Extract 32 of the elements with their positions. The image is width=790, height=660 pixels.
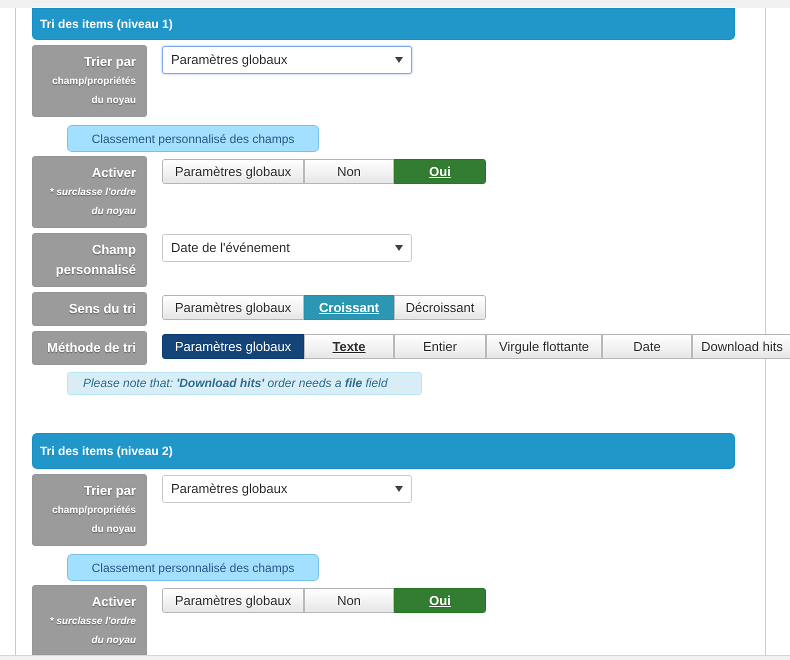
custom-order-button[interactable]: Classement personnalisé des champs bbox=[67, 554, 319, 581]
toggle-button[interactable]: Non bbox=[304, 159, 394, 184]
dropdown-select[interactable]: Paramètres globaux bbox=[162, 46, 412, 74]
caret-down-icon bbox=[395, 245, 403, 251]
caret-down-icon bbox=[395, 57, 403, 63]
field-label: Méthode de tri bbox=[32, 331, 147, 365]
dropdown-select[interactable]: Date de l'événement bbox=[162, 234, 412, 262]
info-note: Please note that: 'Download hits' order needs a file field bbox=[67, 372, 422, 395]
toggle-button[interactable]: Download hits bbox=[692, 334, 790, 359]
field-label: Activer * surclasse l'ordre du noyau bbox=[32, 585, 147, 657]
toggle-button[interactable]: Paramètres globaux bbox=[162, 334, 304, 359]
caret-down-icon bbox=[395, 486, 403, 492]
toggle-button[interactable]: Entier bbox=[394, 334, 486, 359]
toggle-button[interactable]: Paramètres globaux bbox=[162, 159, 304, 184]
toggle-button[interactable]: Oui bbox=[394, 588, 486, 613]
dropdown-select[interactable]: Paramètres globaux bbox=[162, 475, 412, 503]
field-label: Trier par champ/propriétés du noyau bbox=[32, 45, 147, 117]
toggle-button[interactable]: Oui bbox=[394, 159, 486, 184]
toggle-button[interactable]: Non bbox=[304, 588, 394, 613]
toggle-button[interactable]: Texte bbox=[304, 334, 394, 359]
toggle-button[interactable]: Date bbox=[602, 334, 692, 359]
custom-order-button[interactable]: Classement personnalisé des champs bbox=[67, 125, 319, 152]
toggle-button[interactable]: Paramètres globaux bbox=[162, 295, 304, 320]
field-label: Sens du tri bbox=[32, 292, 147, 326]
toggle-button[interactable]: Virgule flottante bbox=[486, 334, 602, 359]
field-label: Activer * surclasse l'ordre du noyau bbox=[32, 156, 147, 228]
toggle-button[interactable]: Décroissant bbox=[394, 295, 486, 320]
section-header: Tri des items (niveau 2) bbox=[32, 433, 735, 469]
section-header: Tri des items (niveau 1) bbox=[32, 8, 735, 40]
toggle-button[interactable]: Paramètres globaux bbox=[162, 588, 304, 613]
field-label: Champ personnalisé bbox=[32, 233, 147, 287]
field-label: Trier par champ/propriétés du noyau bbox=[32, 474, 147, 546]
